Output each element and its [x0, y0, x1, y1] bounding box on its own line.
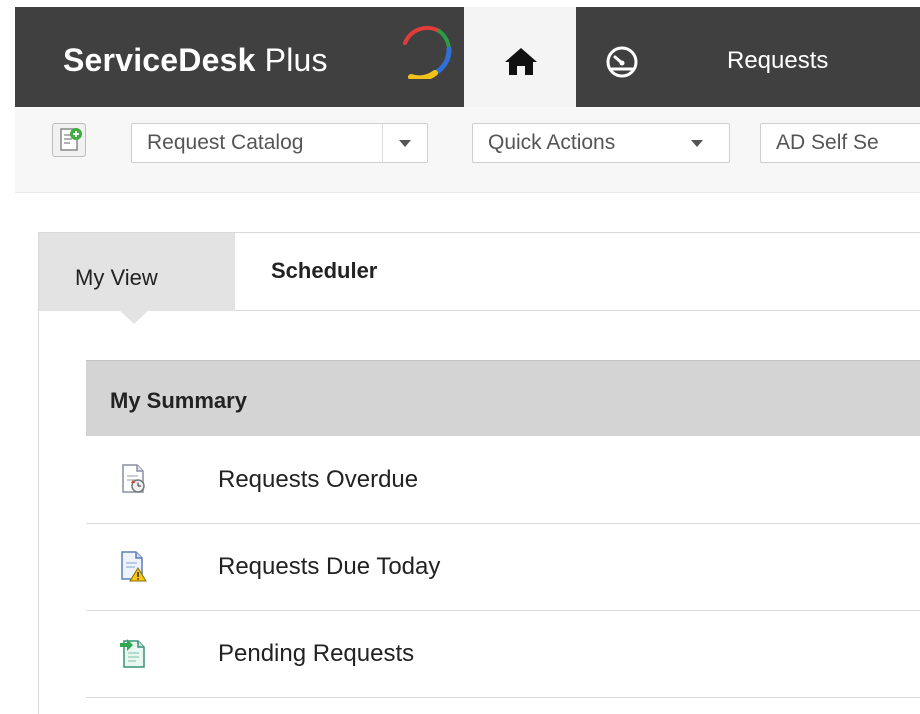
my-summary-header: My Summary [86, 360, 920, 436]
nav-home-tab[interactable] [464, 7, 576, 107]
app-logo[interactable]: ServiceDesk Plus [63, 44, 328, 76]
tab-scheduler[interactable]: Scheduler [235, 233, 435, 311]
home-icon [505, 48, 537, 75]
top-header: ServiceDesk Plus Requests [15, 7, 920, 107]
chevron-down-icon [691, 140, 703, 147]
toolbar: Request Catalog Quick Actions AD Self Se [15, 107, 920, 193]
quick-actions-label: Quick Actions [488, 131, 616, 154]
tab-my-view[interactable]: My View [39, 233, 235, 311]
tab-scheduler-label: Scheduler [271, 258, 378, 283]
summary-item-requests-overdue[interactable]: Requests Overdue [86, 437, 920, 524]
summary-item-label: Requests Overdue [218, 466, 419, 493]
new-request-glyph-icon [60, 128, 82, 151]
ad-self-service-label: AD Self Se [776, 131, 879, 154]
request-due-today-icon [121, 551, 147, 582]
tab-strip: My View Scheduler [39, 233, 920, 311]
request-overdue-icon [122, 464, 145, 493]
dashboard-icon[interactable] [604, 43, 640, 79]
request-catalog-button[interactable]: Request Catalog [131, 123, 428, 163]
home-panel: My View Scheduler My Summary Requests Ov… [38, 232, 920, 714]
nav-requests-tab[interactable]: Requests [727, 49, 828, 73]
summary-item-label: Requests Due Today [218, 553, 441, 580]
logo-sub-text: Plus [255, 42, 328, 78]
summary-item-label: Pending Requests [218, 640, 415, 667]
request-catalog-divider [382, 124, 383, 162]
logo-swirl-icon [403, 25, 452, 79]
quick-actions-button[interactable]: Quick Actions [472, 123, 730, 163]
request-catalog-label: Request Catalog [147, 131, 304, 154]
logo-main-text: ServiceDesk [63, 42, 256, 78]
ad-self-service-button[interactable]: AD Self Se [760, 123, 920, 163]
pending-requests-icon [120, 639, 145, 668]
new-request-icon[interactable] [52, 123, 86, 157]
active-tab-pointer [119, 310, 149, 324]
my-summary-title: My Summary [110, 388, 247, 413]
tab-my-view-label: My View [75, 265, 158, 290]
summary-item-requests-due-today[interactable]: Requests Due Today [86, 524, 920, 611]
summary-item-pending-requests[interactable]: Pending Requests [86, 611, 920, 698]
chevron-down-icon[interactable] [399, 140, 411, 147]
